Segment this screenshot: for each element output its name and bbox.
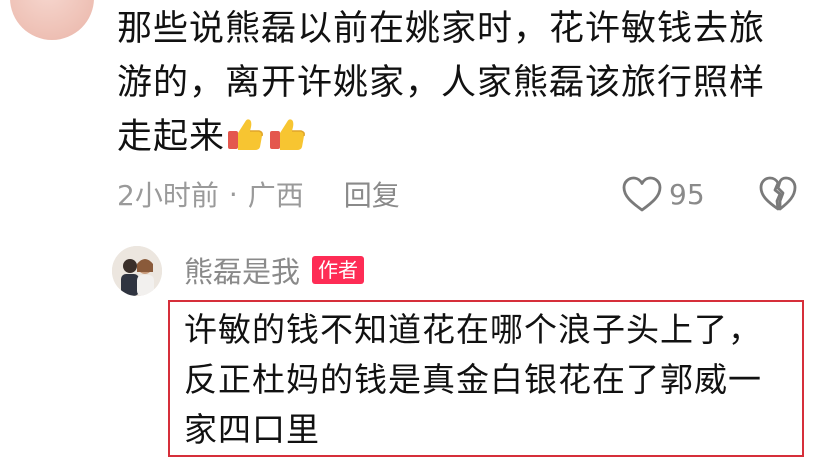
comment-meta: 2小时前 · 广西 回复 <box>117 171 400 217</box>
like-count: 95 <box>669 177 705 211</box>
commenter-avatar[interactable] <box>10 0 94 40</box>
reply-user-avatar[interactable] <box>112 246 162 296</box>
thumbs-up-icon <box>228 119 263 150</box>
comment-screen: 那些说熊磊以前在姚家时，花许敏钱去旅游的，离开许姚家，人家熊磊该旅行照样走起来 … <box>0 0 821 466</box>
reply-user-name[interactable]: 熊磊是我 <box>184 249 300 291</box>
reply-header: 熊磊是我 作者 <box>184 249 365 291</box>
reply-button[interactable]: 回复 <box>344 174 400 214</box>
avatar-photo <box>112 246 162 296</box>
meta-separator: · <box>228 177 238 211</box>
like-button[interactable]: 95 <box>621 171 705 217</box>
comment-body: 那些说熊磊以前在姚家时，花许敏钱去旅游的，离开许姚家，人家熊磊该旅行照样走起来 <box>117 2 797 164</box>
thumbs-up-icon <box>270 119 305 150</box>
broken-heart-icon[interactable] <box>758 175 798 213</box>
comment-location: 广西 <box>247 179 304 212</box>
comment-text: 那些说熊磊以前在姚家时，花许敏钱去旅游的，离开许姚家，人家熊磊该旅行照样走起来 <box>117 9 766 157</box>
heart-outline-icon <box>622 176 662 212</box>
comment-time: 2小时前 <box>117 179 219 212</box>
reply-body: 许敏的钱不知道花在哪个浪子头上了，反正杜妈的钱是真金白银花在了郭威一家四口里 <box>184 310 762 449</box>
author-badge: 作者 <box>312 256 365 284</box>
